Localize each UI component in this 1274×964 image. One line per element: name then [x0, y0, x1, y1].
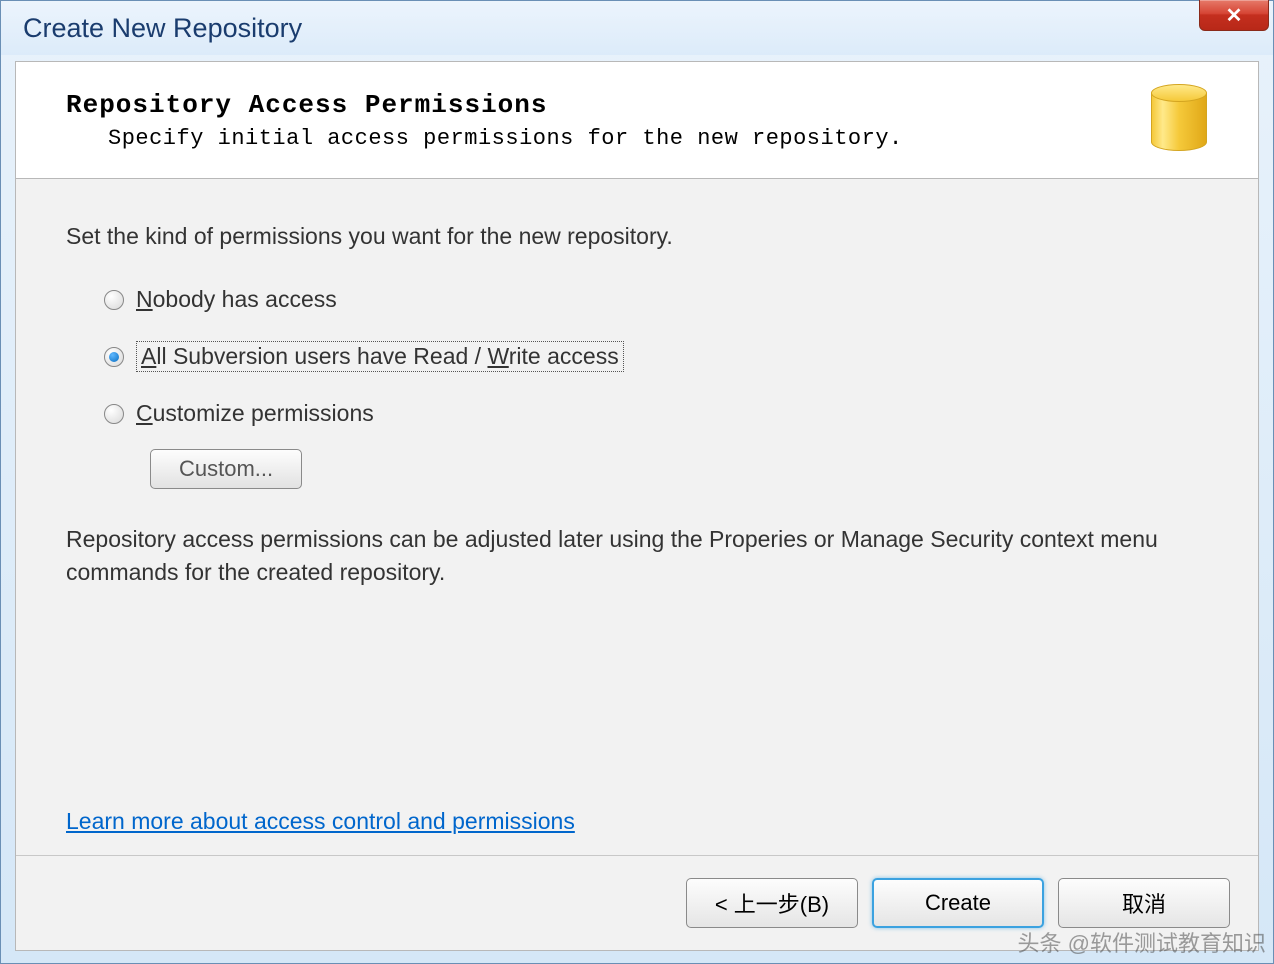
database-icon	[1148, 84, 1210, 156]
window-title: Create New Repository	[23, 13, 302, 44]
create-button[interactable]: Create	[872, 878, 1044, 928]
learn-more-link[interactable]: Learn more about access control and perm…	[66, 808, 1208, 835]
header-title: Repository Access Permissions	[66, 90, 1148, 120]
content-panel: Repository Access Permissions Specify in…	[15, 61, 1259, 951]
dialog-window: Create New Repository ✕ Repository Acces…	[0, 0, 1274, 964]
intro-text: Set the kind of permissions you want for…	[66, 223, 1208, 250]
permissions-radio-group: Nobody has access All Subversion users h…	[104, 286, 1208, 455]
titlebar: Create New Repository ✕	[1, 1, 1273, 55]
radio-all-label[interactable]: All Subversion users have Read / Write a…	[136, 341, 624, 372]
radio-nobody[interactable]	[104, 290, 124, 310]
header-text: Repository Access Permissions Specify in…	[66, 90, 1148, 151]
footer-buttons: < 上一步(B) Create 取消	[16, 855, 1258, 950]
back-button[interactable]: < 上一步(B)	[686, 878, 858, 928]
radio-custom-label[interactable]: Customize permissions	[136, 400, 374, 427]
custom-button[interactable]: Custom...	[150, 449, 302, 489]
custom-button-wrap: Custom...	[150, 449, 1208, 489]
header-subtitle: Specify initial access permissions for t…	[108, 126, 1148, 151]
radio-all[interactable]	[104, 347, 124, 367]
header-panel: Repository Access Permissions Specify in…	[16, 62, 1258, 179]
note-text: Repository access permissions can be adj…	[66, 523, 1208, 590]
radio-custom[interactable]	[104, 404, 124, 424]
radio-option-custom[interactable]: Customize permissions	[104, 400, 1208, 427]
radio-nobody-label[interactable]: Nobody has access	[136, 286, 337, 313]
body-area: Set the kind of permissions you want for…	[16, 179, 1258, 855]
radio-option-nobody[interactable]: Nobody has access	[104, 286, 1208, 313]
close-button[interactable]: ✕	[1199, 0, 1269, 31]
close-icon: ✕	[1226, 3, 1243, 28]
cancel-button[interactable]: 取消	[1058, 878, 1230, 928]
radio-option-all[interactable]: All Subversion users have Read / Write a…	[104, 341, 1208, 372]
